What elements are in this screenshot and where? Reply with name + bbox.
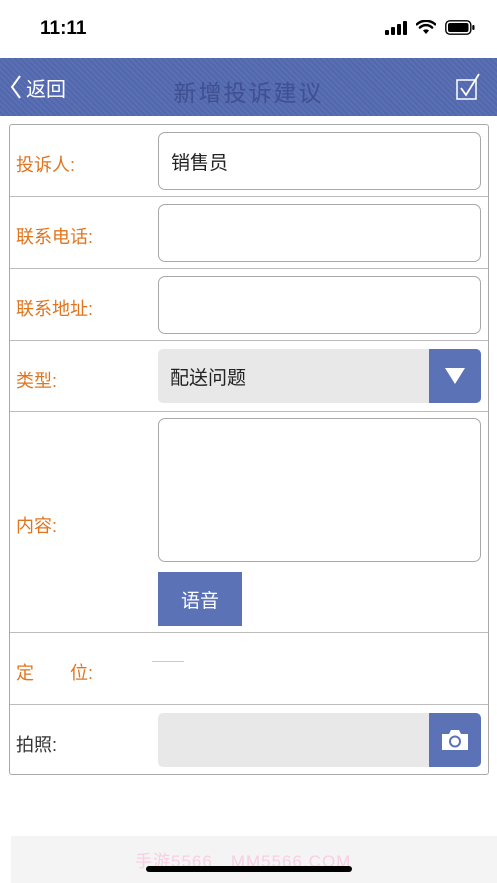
status-icons [385,20,475,35]
complainant-field[interactable]: 销售员 [158,132,481,190]
camera-icon [442,730,468,750]
page-title: 新增投诉建议 [173,80,324,106]
triangle-down-icon [445,368,465,384]
type-dropdown-button[interactable] [429,349,481,403]
location-label: 定 位: [16,663,94,683]
voice-button[interactable]: 语音 [158,572,242,626]
row-content: 内容: 语音 [10,412,488,633]
nav-bar: 返回 新增投诉建议 [0,58,497,116]
checkbox-check-icon [456,73,480,100]
phone-label: 联系电话: [16,227,94,247]
row-complainant: 投诉人: 销售员 [10,125,488,197]
complaint-form: 投诉人: 销售员 联系电话: 联系地址: 类型: 配送问题 内容: 语音 定 位… [9,124,489,775]
complainant-label: 投诉人: [16,155,76,175]
type-label: 类型: [16,371,58,391]
wifi-icon [416,20,436,34]
type-select[interactable]: 配送问题 [158,349,481,403]
confirm-button[interactable] [455,72,481,107]
cellular-signal-icon [385,20,407,35]
row-type: 类型: 配送问题 [10,341,488,412]
status-bar: 11:11 [0,0,497,58]
phone-field[interactable] [158,204,481,262]
location-value[interactable] [152,661,184,663]
footer: 手游5566 MM5566.COM [11,836,497,883]
address-label: 联系地址: [16,299,94,319]
content-label: 内容: [16,516,58,536]
address-field[interactable] [158,276,481,334]
row-phone: 联系电话: [10,197,488,269]
home-indicator[interactable] [146,866,352,872]
battery-icon [445,20,475,35]
row-photo: 拍照: [10,705,488,775]
camera-button[interactable] [429,713,481,767]
status-time: 11:11 [40,18,87,39]
row-address: 联系地址: [10,269,488,341]
type-select-value: 配送问题 [170,367,247,389]
photo-field[interactable] [158,713,429,767]
photo-label: 拍照: [16,735,58,755]
row-location: 定 位: [10,633,488,705]
content-textarea[interactable] [158,418,481,562]
